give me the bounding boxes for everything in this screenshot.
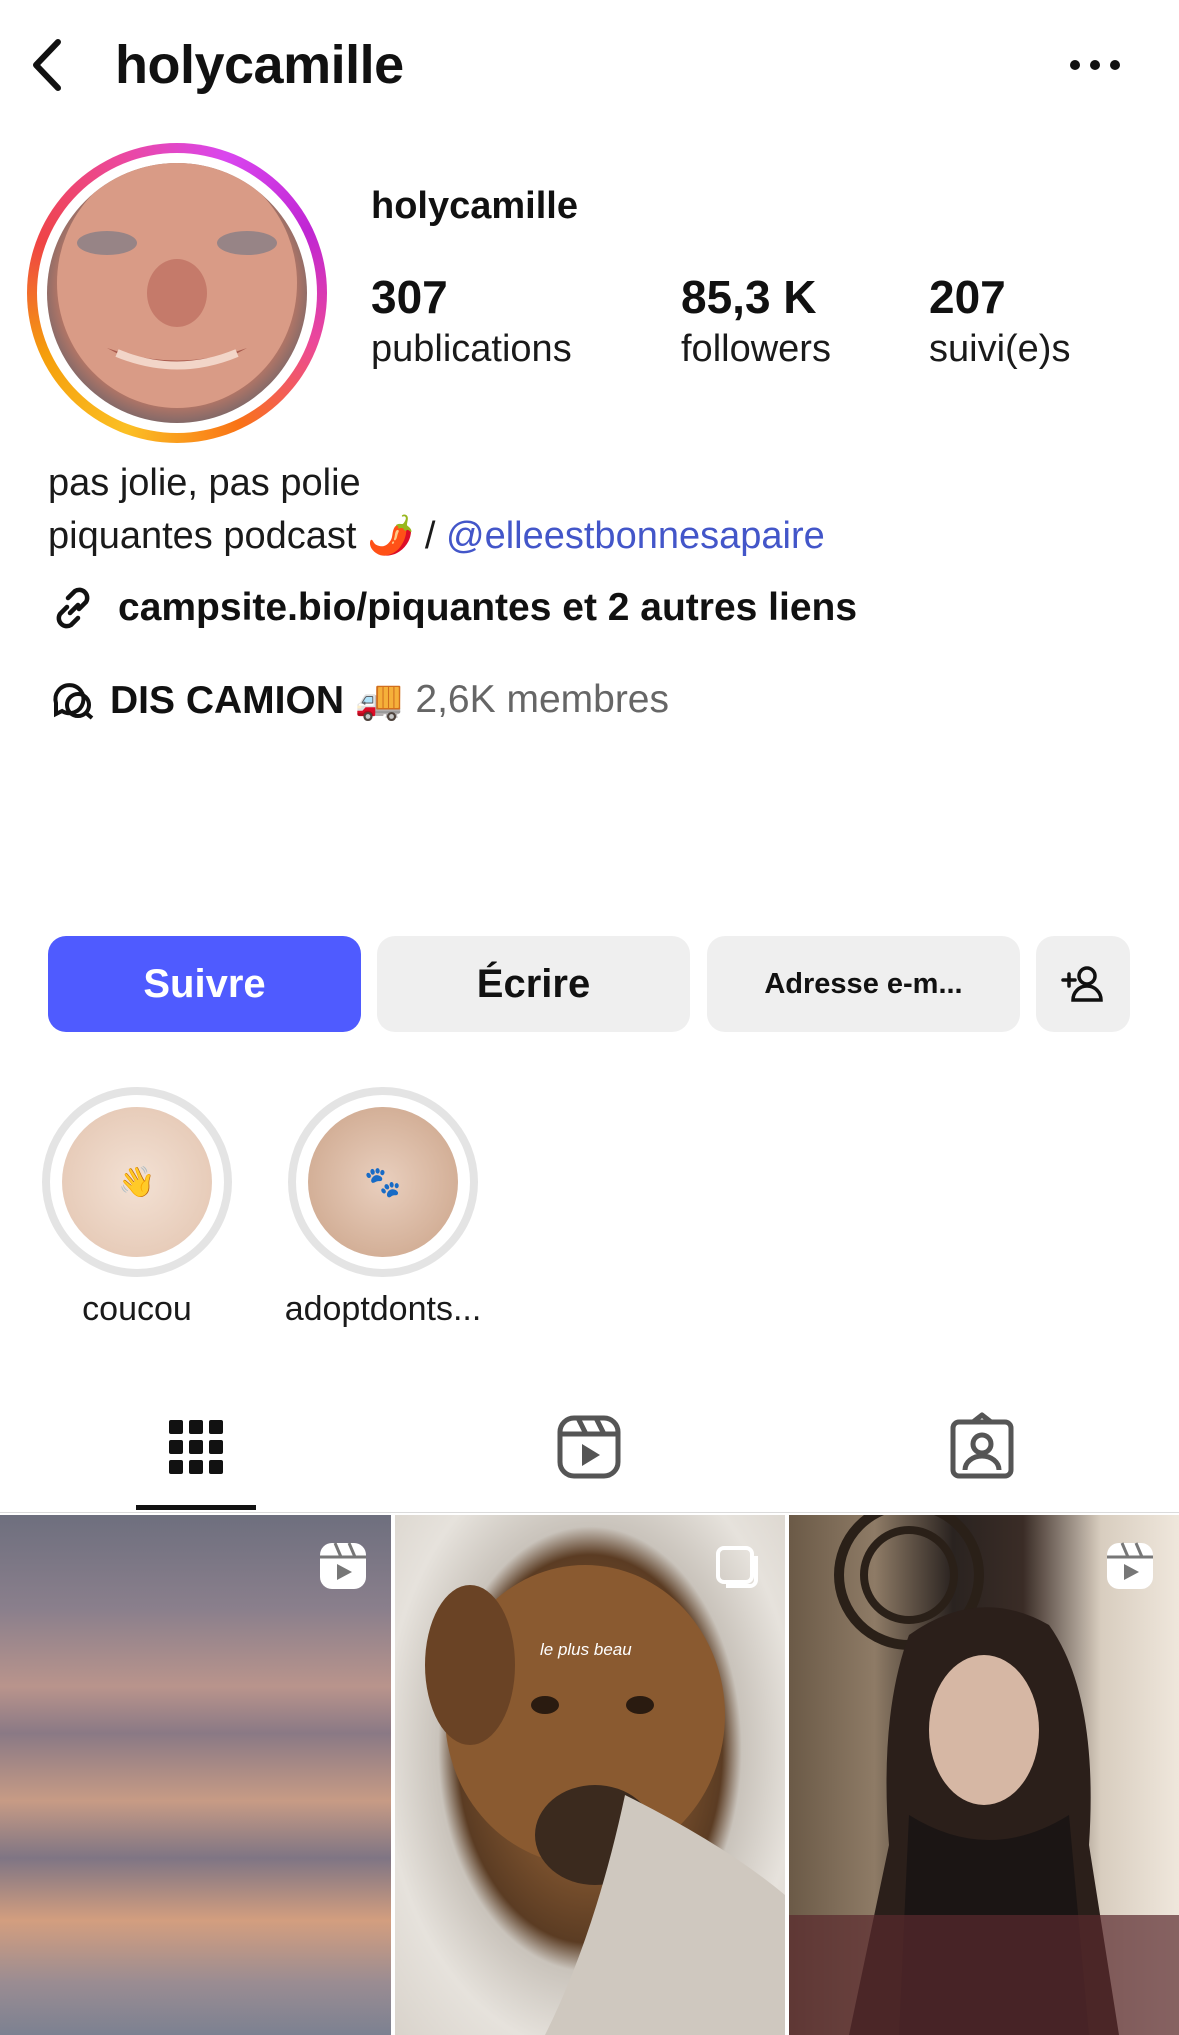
avatar[interactable] [47,163,307,423]
post-2-caption: le plus beau [540,1640,632,1659]
bio-line-1: pas jolie, pas polie [48,462,361,504]
post-tile-1[interactable] [0,1515,391,2035]
message-button[interactable]: Écrire [377,936,690,1032]
tab-divider [0,1512,1179,1513]
avatar-face-shapes [57,163,297,408]
bio-line-2: piquantes podcast 🌶️ / @elleestbonnesapa… [48,514,825,558]
bio-mention-link[interactable]: @elleestbonnesapaire [446,515,825,557]
highlight-adopt-label[interactable]: adoptdonts... [268,1290,498,1329]
channel-chat-icon [53,683,94,720]
highlight-adopt-cover[interactable]: 🐾 [308,1107,458,1257]
following-count[interactable]: 207 [929,270,1006,324]
reel-badge-icon-2 [1107,1542,1153,1589]
posts-count[interactable]: 307 [371,270,448,324]
channel-member-count: 2,6K membres [415,678,670,721]
tagged-tab-icon[interactable] [947,1412,1017,1482]
more-options-icon[interactable] [1060,40,1130,90]
highlight-adopt-emoji: 🐾 [364,1165,402,1199]
followers-label[interactable]: followers [681,328,831,371]
email-button[interactable]: Adresse e-m... [707,936,1020,1032]
highlight-coucou-label[interactable]: coucou [22,1290,252,1329]
broadcast-channel[interactable]: DIS CAMION 🚚 2,6K membres [48,670,669,730]
highlight-coucou-cover[interactable]: 👋 [62,1107,212,1257]
post-tile-2[interactable] [395,1515,785,2035]
page-title: holycamille [115,35,404,95]
dog-shape [425,1565,785,2035]
active-tab-indicator [136,1505,256,1510]
link-icon [56,587,90,629]
carousel-badge-icon [716,1546,758,1588]
bio-link[interactable]: campsite.bio/piquantes et 2 autres liens [48,578,857,638]
portrait-shape [789,1515,1179,2035]
posts-label[interactable]: publications [371,328,572,371]
back-chevron-icon[interactable] [18,30,78,100]
reels-tab-icon[interactable] [554,1412,624,1482]
highlight-coucou-emoji: 👋 [118,1165,156,1199]
post-tile-3[interactable] [789,1515,1179,2035]
profile-name: holycamille [371,185,578,227]
followers-count[interactable]: 85,3 K [681,270,817,324]
bio-podcast-text: piquantes podcast 🌶️ / [48,515,436,557]
channel-name[interactable]: DIS CAMION 🚚 [110,677,403,723]
add-person-icon [1061,966,1103,1002]
reel-badge-icon [320,1542,366,1589]
following-label[interactable]: suivi(e)s [929,328,1070,371]
follow-button[interactable]: Suivre [48,936,361,1032]
grid-tab-icon[interactable] [161,1412,231,1482]
suggest-people-button[interactable] [1036,936,1130,1032]
bio-link-text[interactable]: campsite.bio/piquantes et 2 autres liens [118,586,857,630]
